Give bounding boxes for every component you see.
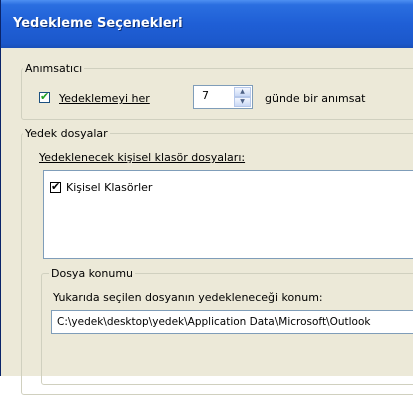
backup-list-label: Yedeklenecek kişisel klasör dosyaları: <box>39 151 246 164</box>
backup-files-group-label: Yedek dosyalar <box>23 127 110 140</box>
checkmark-icon: ✔ <box>40 90 50 103</box>
window-title: Yedekleme Seçenekleri <box>13 16 183 31</box>
reminder-checkbox[interactable]: ✔ <box>39 90 50 103</box>
stepper-buttons: ▲ ▼ <box>234 87 251 107</box>
reminder-checkbox-label[interactable]: Yedeklemeyi her <box>59 92 150 105</box>
location-path-field[interactable]: C:\yedek\desktop\yedek\Application Data\… <box>51 310 413 334</box>
personal-folders-checkbox[interactable]: ✔ <box>50 180 61 193</box>
location-group-label: Dosya konumu <box>49 267 136 280</box>
reminder-group-label: Anımsatıcı <box>23 62 85 75</box>
list-item-label[interactable]: Kişisel Klasörler <box>66 181 152 194</box>
personal-folders-list[interactable]: ✔ Kişisel Klasörler <box>43 170 413 259</box>
reminder-suffix-label: günde bir anımsat <box>265 92 366 105</box>
backup-options-dialog: Yedekleme Seçenekleri Anımsatıcı ✔ Yedek… <box>0 0 413 395</box>
stepper-down-icon[interactable]: ▼ <box>234 97 251 107</box>
reminder-days-value[interactable]: 7 <box>202 89 209 102</box>
checkmark-icon: ✔ <box>51 180 61 193</box>
stepper-up-icon[interactable]: ▲ <box>234 87 251 97</box>
title-bar[interactable]: Yedekleme Seçenekleri <box>1 0 413 48</box>
reminder-days-stepper[interactable]: 7 ▲ ▼ <box>193 85 253 109</box>
location-path-label: Yukarıda seçilen dosyanın yedekleneceği … <box>53 291 323 304</box>
